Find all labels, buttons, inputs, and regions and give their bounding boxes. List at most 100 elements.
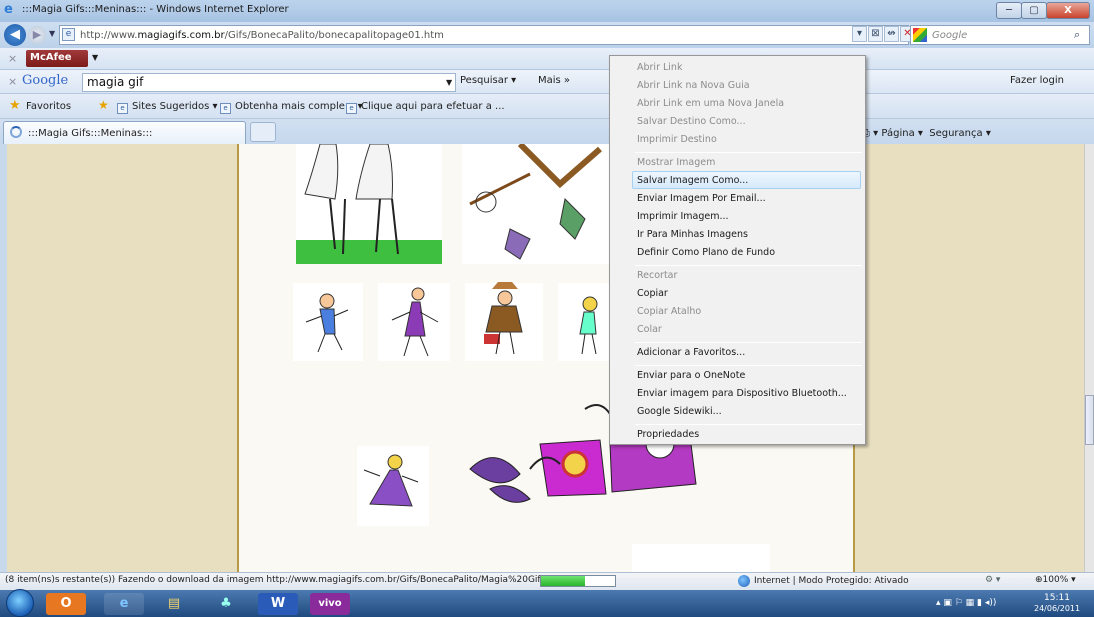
close-toolbar-icon[interactable]: × [8, 75, 17, 88]
menu-item-set-background[interactable]: Definir Como Plano de Fundo [637, 247, 775, 258]
image-stick-girl-purple[interactable] [378, 283, 450, 361]
menu-item-bluetooth[interactable]: Enviar imagem para Dispositivo Bluetooth… [637, 388, 847, 399]
menu-item-my-pictures[interactable]: Ir Para Minhas Imagens [637, 229, 748, 240]
favorites-link-label: Obtenha mais comple... ▾ [235, 101, 363, 112]
menu-item-copy-shortcut[interactable]: Copiar Atalho [637, 306, 701, 317]
address-actions: ▾ ⊠ ↮ ✕ [852, 26, 916, 44]
page-images [293, 144, 770, 572]
refresh-button[interactable]: ↮ [884, 26, 899, 42]
scrollbar-thumb[interactable] [1085, 395, 1094, 445]
login-link[interactable]: Fazer login [1010, 75, 1064, 86]
ie-logo-icon: e [4, 2, 13, 17]
menu-item-show-image[interactable]: Mostrar Imagem [637, 157, 715, 168]
google-logo: Google [22, 73, 69, 88]
favorites-button[interactable]: Favoritos [26, 101, 71, 112]
compatibility-view-button[interactable]: ⊠ [868, 26, 883, 42]
new-tab-button[interactable] [250, 122, 276, 142]
taskbar-app-ie[interactable]: e [104, 593, 144, 615]
menu-item-paste[interactable]: Colar [637, 324, 662, 335]
menu-separator [635, 152, 862, 153]
favorites-link-label: Clique aqui para efetuar a ... [361, 101, 505, 112]
favorites-star-icon[interactable]: ★ [9, 98, 21, 113]
page-icon: e [62, 28, 75, 41]
mcafee-button[interactable]: McAfee [26, 50, 88, 67]
favorites-link[interactable]: e Clique aqui para efetuar a ... [346, 101, 505, 114]
menu-item-cut[interactable]: Recortar [637, 270, 677, 281]
page-icon: e [220, 103, 231, 114]
menu-item-print-image[interactable]: Imprimir Imagem... [637, 211, 729, 222]
menu-item-sidewiki[interactable]: Google Sidewiki... [637, 406, 722, 417]
taskbar-app-word[interactable]: W [258, 593, 298, 615]
taskbar-app-explorer[interactable]: ▤ [154, 593, 194, 615]
menu-item-onenote[interactable]: Enviar para o OneNote [637, 370, 745, 381]
security-menu-button[interactable]: Segurança ▾ [929, 128, 991, 139]
favorites-link[interactable]: e Sites Sugeridos ▾ [117, 101, 218, 114]
add-favorite-icon[interactable]: ★ [98, 98, 109, 112]
image-partial[interactable] [632, 544, 770, 572]
menu-item-print-target[interactable]: Imprimir Destino [637, 134, 717, 145]
image-fishing-doll[interactable] [462, 144, 610, 264]
clock-date[interactable]: 24/06/2011 [1034, 604, 1080, 613]
search-icon[interactable]: ⌕ [1074, 28, 1080, 42]
loading-icon [10, 126, 22, 138]
google-search-button[interactable]: Pesquisar ▾ [460, 75, 516, 86]
tab-label: :::Magia Gifs:::Meninas::: [28, 128, 153, 139]
address-dropdown-button[interactable]: ▾ [852, 26, 867, 42]
close-button[interactable]: X [1046, 2, 1090, 19]
menu-item-add-favorites[interactable]: Adicionar a Favoritos... [637, 347, 745, 358]
menu-separator [635, 265, 862, 266]
menu-separator [635, 342, 862, 343]
zoom-level[interactable]: ⊕100% ▾ [1035, 575, 1076, 585]
image-stick-boy[interactable] [293, 283, 363, 361]
favorites-link[interactable]: e Obtenha mais comple... ▾ [220, 101, 363, 114]
menu-item-open-link[interactable]: Abrir Link [637, 62, 682, 73]
menu-separator [635, 424, 862, 425]
page-icon: e [346, 103, 357, 114]
zoom-value: 100% [1042, 575, 1069, 585]
taskbar-app-contacts[interactable]: ♣ [206, 593, 246, 615]
menu-item-open-link-new-tab[interactable]: Abrir Link na Nova Guia [637, 80, 750, 91]
chevron-down-icon[interactable]: ▼ [446, 78, 452, 87]
recent-pages-dropdown[interactable]: ▼ [49, 29, 55, 38]
context-menu: Abrir Link Abrir Link na Nova Guia Abrir… [609, 55, 866, 445]
forward-button[interactable]: ▶ [28, 26, 46, 44]
start-button[interactable] [6, 589, 34, 617]
minimize-button[interactable]: ─ [996, 2, 1022, 19]
image-girls-dresses[interactable] [296, 144, 442, 264]
window-title: :::Magia Gifs:::Meninas::: - Windows Int… [22, 4, 289, 15]
page-icon: e [117, 103, 128, 114]
search-placeholder: Google [932, 30, 968, 41]
google-logo-icon [913, 28, 927, 42]
google-search-input[interactable]: magia gif [82, 73, 456, 92]
image-stick-girl-dress[interactable] [357, 446, 429, 526]
taskbar-app-vivo[interactable]: vivo [310, 593, 350, 615]
close-toolbar-icon[interactable]: × [8, 52, 17, 65]
image-stick-cowboy[interactable] [465, 282, 543, 361]
menu-item-open-link-new-window[interactable]: Abrir Link em uma Nova Janela [637, 98, 784, 109]
page-menu-button[interactable]: Página ▾ [881, 128, 923, 139]
globe-icon [738, 575, 750, 587]
menu-item-properties[interactable]: Propriedades [637, 429, 699, 440]
clock-time[interactable]: 15:11 [1044, 593, 1070, 603]
menu-item-save-image[interactable]: Salvar Imagem Como... [637, 175, 748, 186]
menu-item-copy[interactable]: Copiar [637, 288, 668, 299]
status-text: (8 item(ns)s restante(s)) Fazendo o down… [5, 575, 567, 585]
back-button[interactable]: ◀ [4, 24, 26, 46]
image-stick-girl-yellow[interactable] [558, 283, 610, 361]
taskbar-app-outlook[interactable]: O [46, 593, 86, 615]
image-girl-lying[interactable] [455, 402, 611, 517]
menu-separator [635, 365, 862, 366]
address-url[interactable]: http://www.magiagifs.com.br/Gifs/BonecaP… [80, 30, 444, 41]
status-icons[interactable]: ⚙ ▾ [985, 575, 1000, 585]
command-bar: ⎙ ▾ Página ▾ Segurança ▾ [862, 128, 991, 139]
chevron-down-icon[interactable]: ▼ [92, 53, 98, 62]
progress-fill [541, 576, 586, 586]
security-zone-text[interactable]: Internet | Modo Protegido: Ativado [754, 576, 909, 586]
more-button[interactable]: Mais » [538, 75, 570, 86]
maximize-button[interactable]: ▢ [1021, 2, 1047, 19]
system-tray[interactable]: ▴ ▣ ⚐ ▦ ▮ ◂)) [936, 598, 996, 608]
menu-item-save-target[interactable]: Salvar Destino Como... [637, 116, 746, 127]
vertical-scrollbar[interactable] [1084, 144, 1094, 572]
menu-item-email-image[interactable]: Enviar Imagem Por Email... [637, 193, 766, 204]
favorites-link-label: Sites Sugeridos ▾ [132, 101, 218, 112]
